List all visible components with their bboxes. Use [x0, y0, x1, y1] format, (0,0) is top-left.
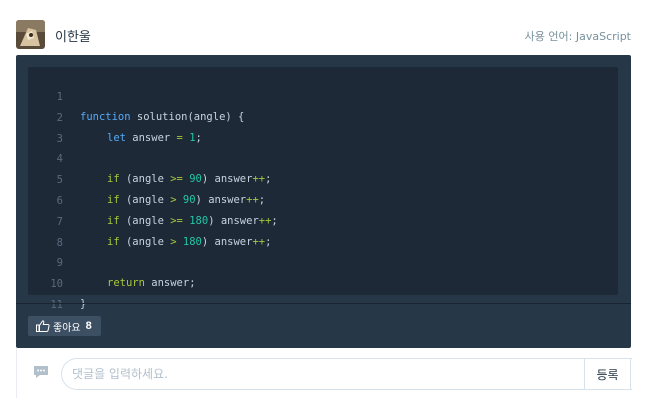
code-block: 1 function solution(angle) { 2 let answe… — [28, 67, 618, 311]
post-header: 이한울 사용 언어: JavaScript — [16, 20, 631, 50]
line-number: 11 — [50, 299, 63, 311]
code-line: 3 — [28, 109, 618, 145]
code-line: 6 if (angle >= 180) answer++; — [28, 171, 618, 227]
panel-divider — [16, 303, 631, 304]
comment-form: 등록 — [16, 348, 632, 398]
like-label: 좋아요 — [53, 322, 81, 334]
thumbs-up-icon — [36, 320, 50, 332]
code-line: 8 — [28, 213, 618, 249]
like-button[interactable]: 좋아요 8 — [28, 316, 101, 336]
code-line: 5 if (angle > 90) answer++; — [28, 150, 618, 206]
code-line: 7 if (angle > 180) answer++; — [28, 192, 618, 248]
submit-comment-button[interactable]: 등록 — [584, 358, 631, 390]
code-line: 2 let answer = 1; — [28, 88, 618, 144]
code-line: 4 if (angle >= 90) answer++; — [28, 129, 618, 185]
code-line: 9 return answer; — [28, 233, 618, 289]
comment-input[interactable] — [61, 358, 632, 390]
like-count: 8 — [85, 320, 92, 332]
username[interactable]: 이한울 — [55, 26, 91, 45]
code-line: 11 — [28, 275, 618, 311]
user-avatar[interactable] — [16, 20, 45, 49]
solution-panel: 1 function solution(angle) { 2 let answe… — [16, 55, 631, 348]
code-line: 1 function solution(angle) { — [28, 67, 618, 123]
comment-bubble-icon — [33, 364, 49, 378]
code-text: } — [80, 298, 87, 310]
code-line: 10 } — [28, 254, 618, 310]
language-label: 사용 언어: JavaScript — [524, 30, 631, 43]
